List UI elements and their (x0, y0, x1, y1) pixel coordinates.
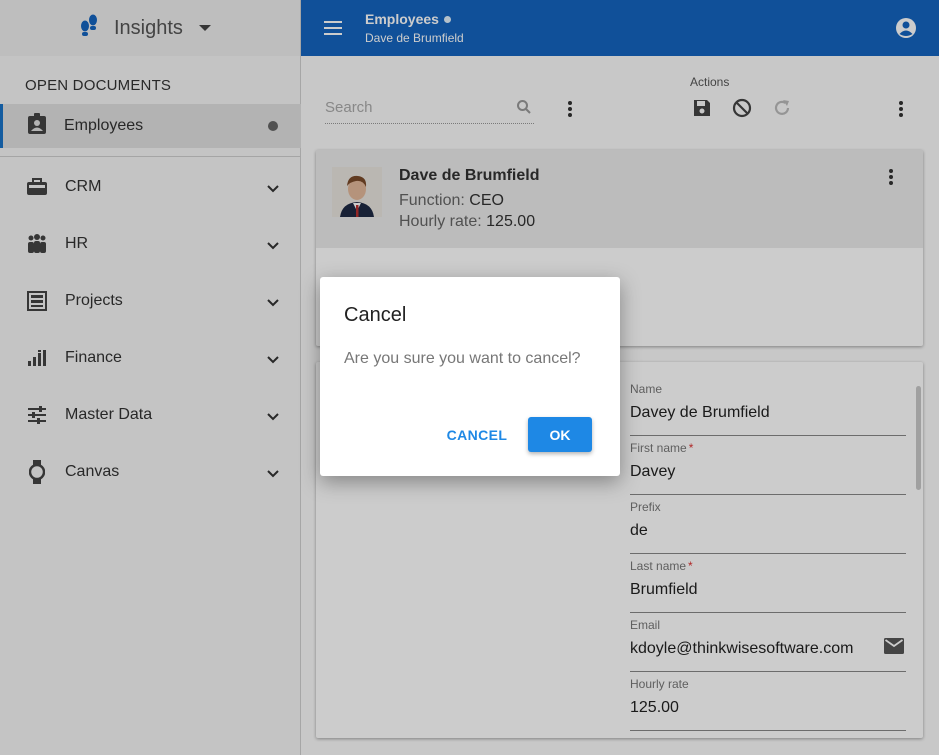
ok-button[interactable]: OK (528, 417, 592, 452)
cancel-button[interactable]: CANCEL (438, 417, 516, 453)
dialog-title: Cancel (344, 304, 407, 326)
dialog-message: Are you sure you want to cancel? (344, 350, 581, 367)
cancel-dialog: Cancel Are you sure you want to cancel? … (320, 277, 620, 476)
